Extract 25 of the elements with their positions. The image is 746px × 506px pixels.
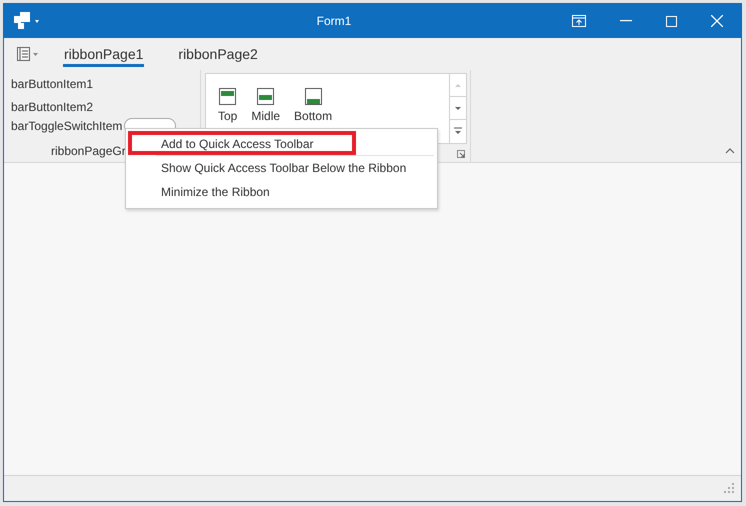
ribbon-tab[interactable]: ribbonPage2 bbox=[177, 42, 259, 66]
gallery-item[interactable]: Midle bbox=[251, 88, 280, 124]
maximize-icon[interactable] bbox=[666, 16, 677, 26]
toggle-label: barToggleSwitchItem bbox=[11, 119, 122, 133]
gallery-item[interactable]: Bottom bbox=[294, 88, 332, 124]
app-icon bbox=[14, 12, 40, 30]
window-title: Form1 bbox=[316, 14, 352, 28]
gallery-item[interactable]: Top bbox=[218, 88, 238, 124]
collapse-ribbon-icon[interactable] bbox=[725, 148, 735, 154]
group-caption: ribbonPageGr bbox=[51, 144, 126, 158]
menu-item[interactable]: Minimize the Ribbon bbox=[128, 180, 435, 204]
align-icon bbox=[304, 88, 322, 105]
menu-item[interactable]: Show Quick Access Toolbar Below the Ribbon bbox=[128, 156, 435, 180]
dialog-launcher-icon[interactable] bbox=[457, 150, 465, 158]
size-grip-icon[interactable] bbox=[724, 483, 735, 494]
close-icon[interactable] bbox=[711, 15, 723, 27]
app-menu-icon[interactable] bbox=[17, 47, 39, 61]
ribbon-tab[interactable]: ribbonPage1 bbox=[63, 42, 144, 66]
menu-item[interactable]: Add to Quick Access Toolbar bbox=[128, 131, 356, 155]
align-icon bbox=[219, 88, 236, 105]
bar-button[interactable]: barButtonItem2 bbox=[11, 99, 94, 115]
bar-button[interactable]: barButtonItem1 bbox=[11, 76, 94, 92]
minimize-icon[interactable] bbox=[620, 20, 632, 22]
align-icon bbox=[257, 88, 274, 105]
restore-ribbon-icon[interactable] bbox=[572, 15, 586, 27]
